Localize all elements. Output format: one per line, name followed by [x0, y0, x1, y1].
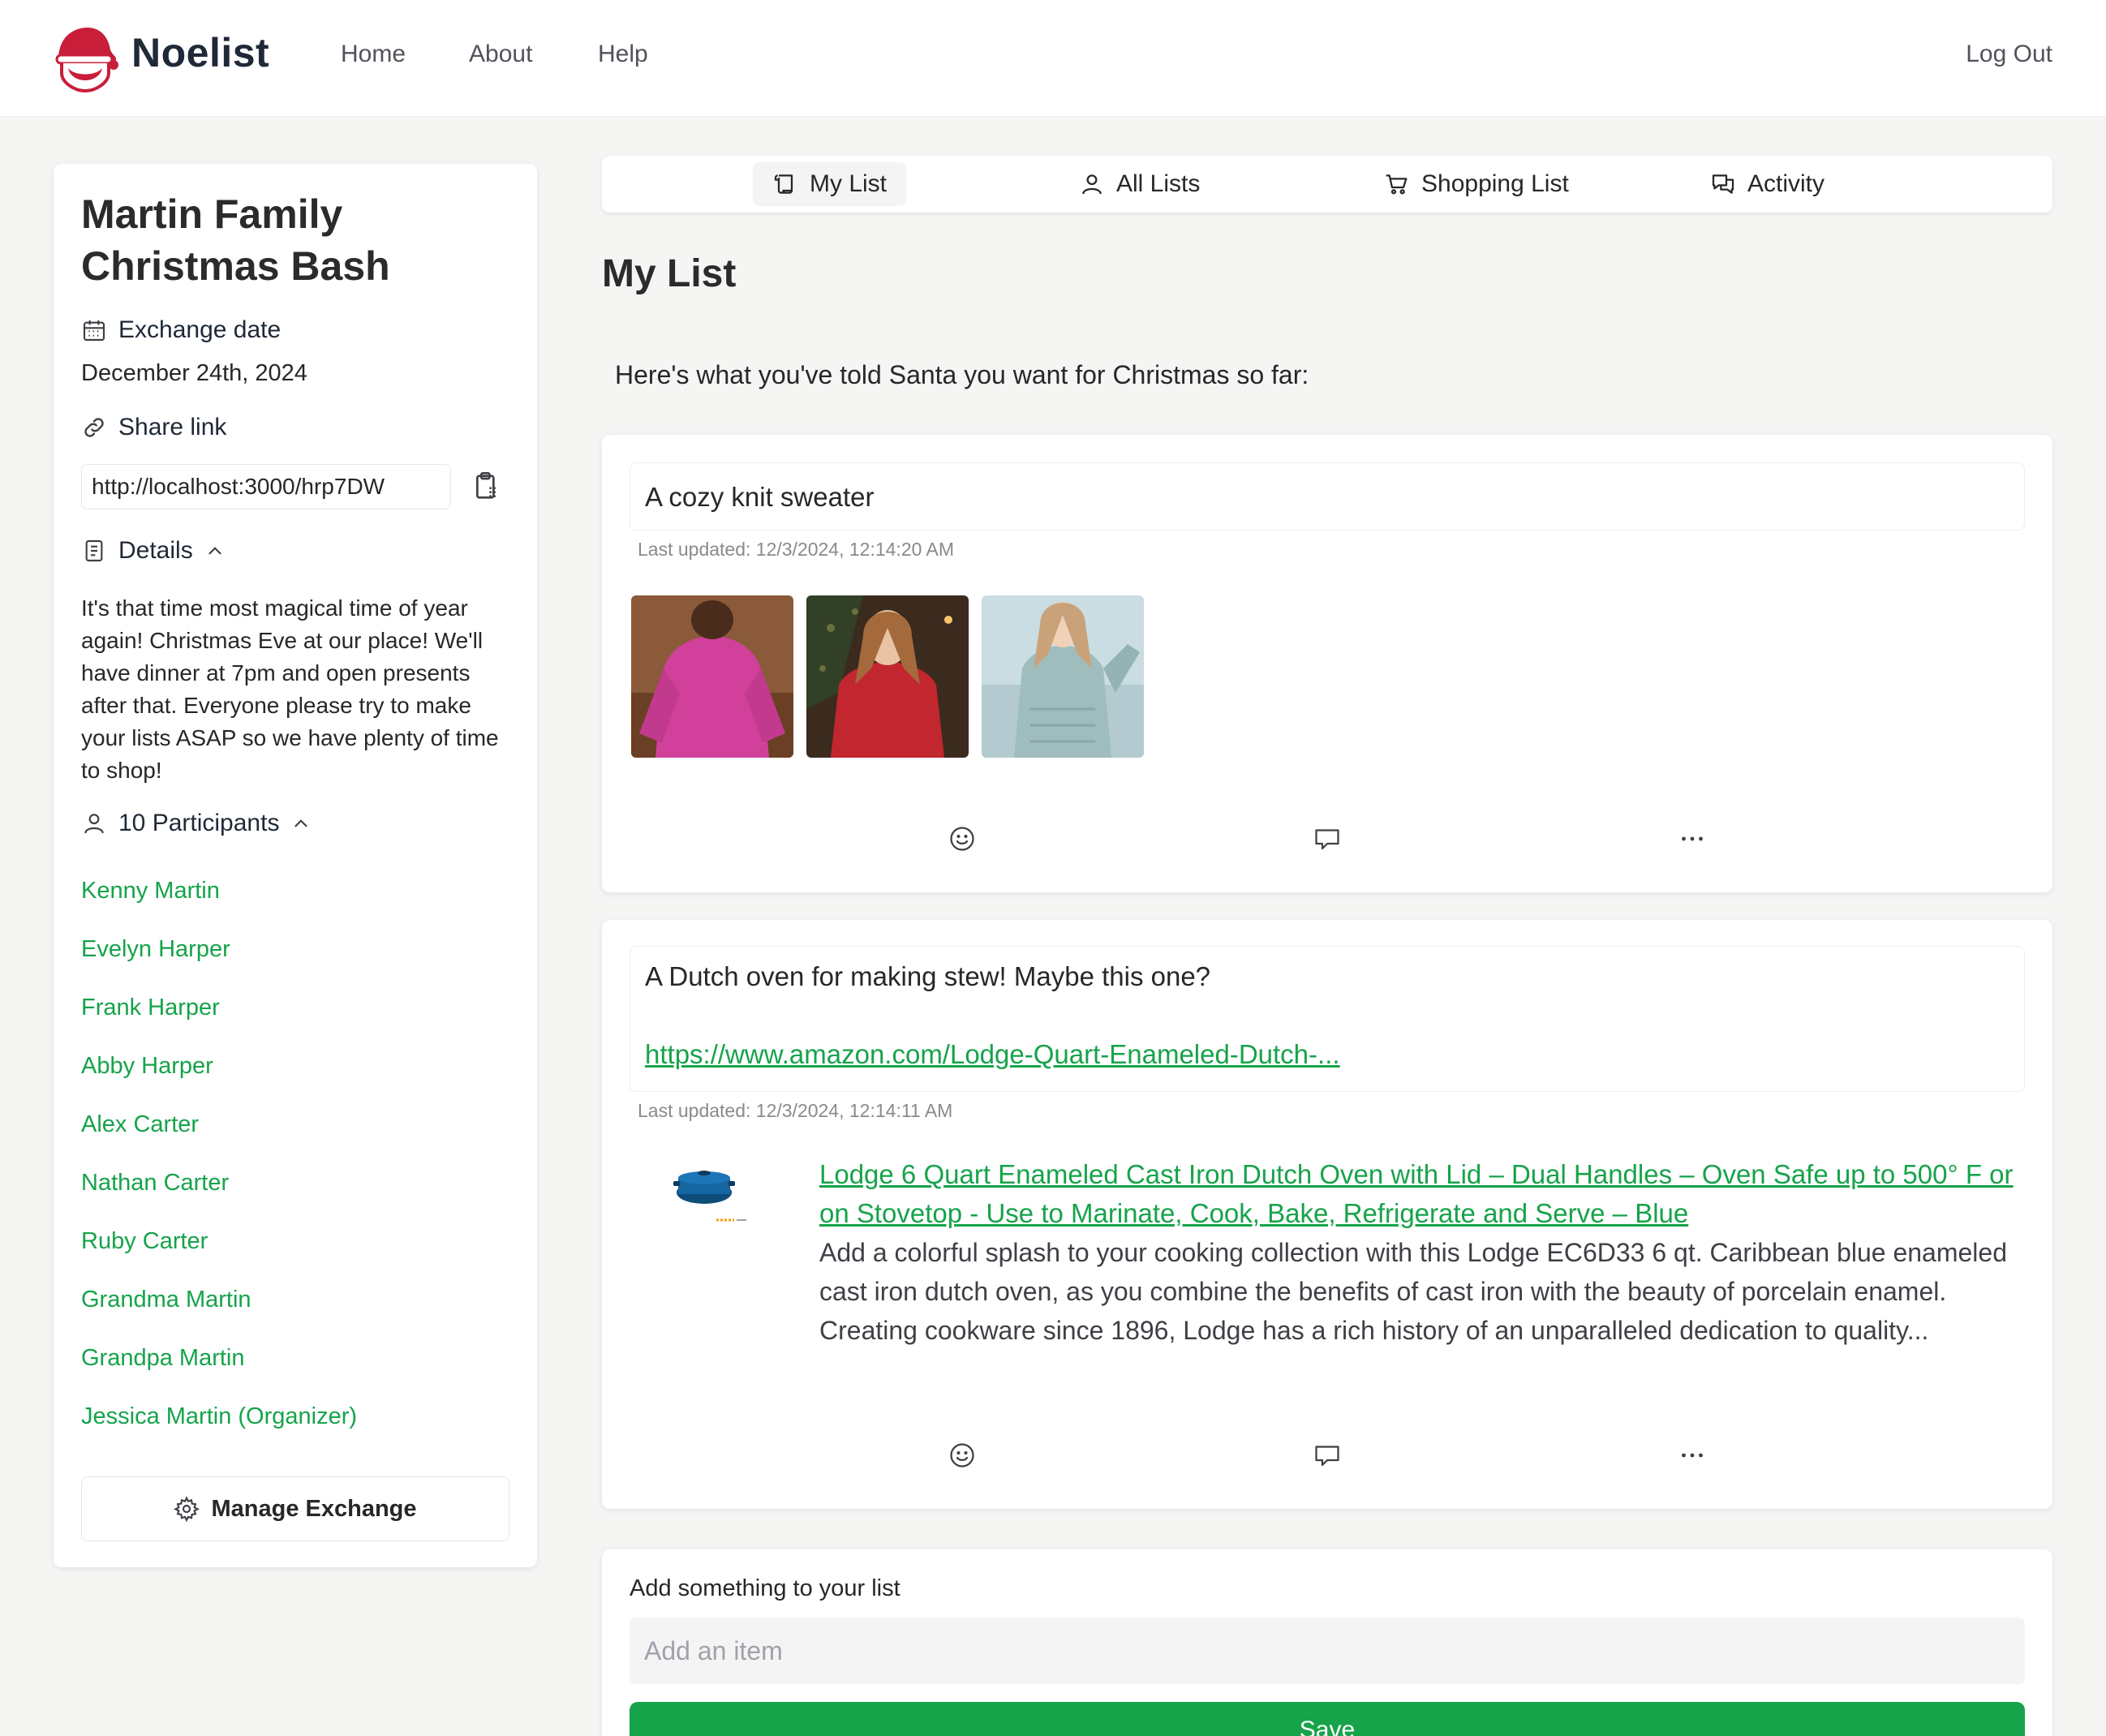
exchange-date: December 24th, 2024: [81, 360, 307, 386]
link-preview-title[interactable]: Lodge 6 Quart Enameled Cast Iron Dutch O…: [819, 1155, 2030, 1233]
add-item-card: Add something to your list Save: [602, 1549, 2052, 1736]
clipboard-icon[interactable]: [471, 471, 503, 503]
gear-icon: [174, 1496, 200, 1522]
emoji-icon[interactable]: [948, 824, 977, 853]
wish-item-text: A cozy knit sweater: [645, 482, 875, 512]
exchange-sidebar: Martin Family Christmas Bash Exchange da…: [54, 164, 537, 1567]
last-updated: Last updated: 12/3/2024, 12:14:20 AM: [638, 539, 955, 560]
share-link-label-text: Share link: [118, 414, 227, 440]
wish-item-text: A Dutch oven for making stew! Maybe this…: [645, 961, 1211, 991]
details-label: Details: [118, 537, 193, 564]
tab-shopping-list-label: Shopping List: [1421, 170, 1569, 197]
wish-item-card: A Dutch oven for making stew! Maybe this…: [602, 920, 2052, 1509]
add-item-input[interactable]: [630, 1618, 2025, 1684]
wish-item-link[interactable]: https://www.amazon.com/Lodge-Quart-Ename…: [645, 1039, 1340, 1070]
nav-about[interactable]: About: [469, 41, 532, 68]
last-updated: Last updated: 12/3/2024, 12:14:11 AM: [638, 1100, 953, 1121]
tab-bar: My List All Lists Shopping List Activity: [602, 156, 2052, 213]
item-image[interactable]: [806, 595, 969, 758]
wish-item-content[interactable]: A cozy knit sweater: [630, 462, 2025, 531]
nav-help[interactable]: Help: [598, 41, 648, 68]
document-icon: [85, 539, 103, 562]
logout-link[interactable]: Log Out: [1966, 41, 2052, 68]
wish-item-card: A cozy knit sweater Last updated: 12/3/2…: [602, 435, 2052, 892]
emoji-icon[interactable]: [948, 1441, 977, 1470]
tab-activity-label: Activity: [1747, 170, 1825, 197]
manage-exchange-label: Manage Exchange: [211, 1495, 417, 1522]
tab-shopping-list[interactable]: Shopping List: [1365, 162, 1588, 206]
chevron-up-icon: [294, 819, 308, 827]
manage-exchange-button[interactable]: Manage Exchange: [81, 1476, 509, 1541]
santa-logo-icon[interactable]: [50, 23, 120, 92]
user-icon: [84, 814, 104, 834]
link-preview-image[interactable]: [672, 1160, 756, 1225]
page-title: My List: [602, 252, 737, 295]
details-toggle[interactable]: Details: [81, 537, 226, 565]
more-icon[interactable]: [1678, 1441, 1707, 1470]
tab-my-list[interactable]: My List: [753, 162, 907, 206]
nav-home[interactable]: Home: [341, 41, 406, 68]
more-icon[interactable]: [1678, 824, 1707, 853]
item-image[interactable]: [631, 595, 793, 758]
participant-link[interactable]: Frank Harper: [81, 995, 357, 1053]
cart-icon: [1386, 174, 1408, 195]
user-icon: [1082, 174, 1102, 195]
chevron-up-icon: [208, 547, 221, 555]
share-link-label: Share link: [81, 414, 226, 441]
tab-activity[interactable]: Activity: [1691, 162, 1844, 206]
participant-link[interactable]: Grandma Martin: [81, 1287, 357, 1345]
calendar-icon: [83, 320, 105, 342]
participant-link[interactable]: Ruby Carter: [81, 1228, 357, 1287]
exchange-details: It's that time most magical time of year…: [81, 595, 499, 783]
wish-item-content[interactable]: A Dutch oven for making stew! Maybe this…: [630, 946, 2025, 1092]
scroll-icon: [774, 174, 793, 194]
participants-label: 10 Participants: [118, 810, 280, 836]
comment-icon[interactable]: [1313, 824, 1342, 853]
exchange-title: Martin Family Christmas Bash: [81, 191, 390, 289]
tab-my-list-label: My List: [810, 170, 888, 197]
participant-link[interactable]: Grandpa Martin: [81, 1345, 357, 1403]
participant-link[interactable]: Alex Carter: [81, 1111, 357, 1170]
participant-link[interactable]: Nathan Carter: [81, 1170, 357, 1228]
tab-all-lists-label: All Lists: [1116, 170, 1201, 197]
tab-all-lists[interactable]: All Lists: [1059, 162, 1219, 206]
save-button[interactable]: Save: [630, 1702, 2025, 1736]
comment-icon[interactable]: [1313, 1441, 1342, 1470]
participants-toggle[interactable]: 10 Participants: [81, 810, 312, 837]
item-image[interactable]: [982, 595, 1144, 758]
participant-link[interactable]: Abby Harper: [81, 1053, 357, 1111]
brand-name[interactable]: Noelist: [131, 29, 269, 76]
intro-text: Here's what you've told Santa you want f…: [615, 360, 1309, 389]
exchange-date-label: Exchange date: [81, 316, 281, 344]
add-item-label: Add something to your list: [630, 1575, 900, 1601]
link-preview-description: Add a colorful splash to your cooking co…: [819, 1238, 2007, 1345]
exchange-date-label-text: Exchange date: [118, 316, 282, 343]
chat-icon: [1712, 174, 1734, 194]
share-link-input[interactable]: [81, 464, 451, 509]
participant-link[interactable]: Kenny Martin: [81, 878, 357, 936]
participants-list: Kenny Martin Evelyn Harper Frank Harper …: [81, 878, 357, 1462]
participant-link[interactable]: Jessica Martin (Organizer): [81, 1403, 357, 1462]
top-bar: Noelist Home About Help Log Out: [0, 0, 2106, 117]
participant-link[interactable]: Evelyn Harper: [81, 936, 357, 995]
link-icon: [84, 418, 104, 437]
